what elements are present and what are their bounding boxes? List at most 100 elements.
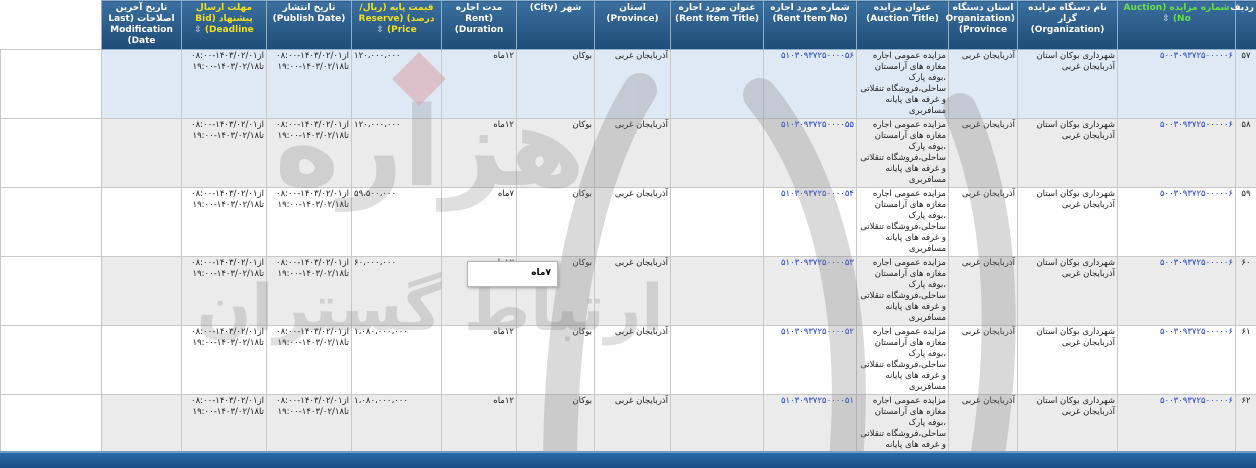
header-rent-item-no[interactable]: شماره مورد اجاره (Rent Item No) bbox=[763, 0, 857, 50]
auction-title-cell: مزایده عمومی اجاره مغازه های آرامستان ،ب… bbox=[856, 118, 949, 188]
province-org-cell: آذربایجان غربی bbox=[948, 118, 1018, 188]
row-no-cell: ۶۰ bbox=[1235, 256, 1256, 326]
header-label: عنوان مورد اجاره (Rent Item Title) bbox=[674, 3, 760, 24]
organization-cell: شهرداری بوکان استان آذربایجان غربی bbox=[1017, 325, 1118, 395]
header-rent-duration[interactable]: مدت اجاره (Rent Duration) bbox=[441, 0, 517, 50]
header-province-org[interactable]: استان دستگاه (Organization Province) bbox=[945, 0, 1018, 50]
auction-table: ردیف شماره مزایده (Auction No) ⇳ نام دست… bbox=[0, 0, 1256, 464]
table-row[interactable]: ۶۰ ۵۰۰۳۰۹۳۷۲۵۰۰۰۰۰۶ شهرداری بوکان استان آذ… bbox=[0, 256, 1256, 326]
row-no-cell: ۶۱ bbox=[1235, 325, 1256, 395]
last-modification-cell bbox=[101, 325, 182, 395]
header-row-no[interactable]: ردیف bbox=[1230, 0, 1256, 50]
organization-cell: شهرداری بوکان استان آذربایجان غربی bbox=[1017, 118, 1118, 188]
header-last-modification[interactable]: تاریخ آخرین اصلاحات (Last Modification D… bbox=[101, 0, 182, 50]
auction-grid-page: ردیف شماره مزایده (Auction No) ⇳ نام دست… bbox=[0, 0, 1256, 468]
sort-icon[interactable]: ⇳ bbox=[376, 25, 384, 35]
last-modification-cell bbox=[101, 256, 182, 326]
row-no-cell: ۵۸ bbox=[1235, 118, 1256, 188]
rent-item-no-cell[interactable]: ۵۱۰۳۰۹۳۷۲۵۰۰۰۰۵۲ bbox=[763, 325, 857, 395]
auction-title-cell: مزایده عمومی اجاره مغازه های آرامستان ،ب… bbox=[856, 325, 949, 395]
province-cell: آذربایجان غربی bbox=[594, 118, 671, 188]
deadline-cell: از۱۴۰۳/۰۲/۰۱-۰۸:۰۰ تا۱۴۰۳/۰۲/۱۸-۱۹:۰۰ bbox=[181, 118, 267, 188]
header-province[interactable]: استان (Province) bbox=[594, 0, 671, 50]
last-modification-cell bbox=[101, 49, 182, 119]
row-no-cell: ۵۹ bbox=[1235, 187, 1256, 257]
publish-date-cell: از۱۴۰۳/۰۲/۰۱-۰۸:۰۰ تا۱۴۰۳/۰۲/۱۸-۱۹:۰۰ bbox=[266, 325, 352, 395]
last-modification-cell bbox=[101, 187, 182, 257]
header-label: قیمت پایه (ریال/درصد) (Reserve Price) bbox=[358, 3, 435, 35]
province-cell: آذربایجان غربی bbox=[594, 49, 671, 119]
rent-item-title-cell bbox=[670, 256, 764, 326]
header-label: مهلت ارسال پیشنهاد (Bid Deadline) bbox=[195, 3, 254, 35]
header-label: نام دستگاه مزایده گزار (Organization) bbox=[1028, 3, 1107, 35]
reserve-price-cell: ۵۹،۵۰۰،۰۰۰ bbox=[351, 187, 442, 257]
header-label: تاریخ آخرین اصلاحات (Last Modification D… bbox=[108, 3, 175, 46]
publish-date-cell: از۱۴۰۳/۰۲/۰۱-۰۸:۰۰ تا۱۴۰۳/۰۲/۱۸-۱۹:۰۰ bbox=[266, 187, 352, 257]
header-organization[interactable]: نام دستگاه مزایده گزار (Organization) bbox=[1017, 0, 1118, 50]
sort-icon[interactable]: ⇳ bbox=[1162, 14, 1170, 24]
header-label: شماره مزایده (Auction No) bbox=[1123, 3, 1230, 24]
auction-title-cell: مزایده عمومی اجاره مغازه های آرامستان ،ب… bbox=[856, 256, 949, 326]
bottom-pager-bar bbox=[0, 451, 1256, 468]
city-cell: بوکان bbox=[516, 118, 595, 188]
tooltip-text: ۷ماه bbox=[531, 268, 551, 278]
header-label: شماره مورد اجاره (Rent Item No) bbox=[770, 3, 850, 24]
header-rent-item-title[interactable]: عنوان مورد اجاره (Rent Item Title) bbox=[670, 0, 764, 50]
rent-item-no-cell[interactable]: ۵۱۰۳۰۹۳۷۲۵۰۰۰۰۵۶ bbox=[763, 49, 857, 119]
auction-no-cell[interactable]: ۵۰۰۳۰۹۳۷۲۵۰۰۰۰۰۶ bbox=[1117, 325, 1236, 395]
organization-cell: شهرداری بوکان استان آذربایجان غربی bbox=[1017, 49, 1118, 119]
rent-item-title-cell bbox=[670, 49, 764, 119]
reserve-price-cell: ۶۰،۰۰۰،۰۰۰ bbox=[351, 256, 442, 326]
auction-no-cell[interactable]: ۵۰۰۳۰۹۳۷۲۵۰۰۰۰۰۶ bbox=[1117, 187, 1236, 257]
header-publish-date[interactable]: تاریخ انتشار (Publish Date) bbox=[266, 0, 352, 50]
rent-duration-cell: ۱۲ماه bbox=[441, 325, 517, 395]
row-empty-area bbox=[0, 187, 102, 257]
header-city[interactable]: شهر (City) bbox=[516, 0, 595, 50]
auction-title-cell: مزایده عمومی اجاره مغازه های آرامستان ،ب… bbox=[856, 187, 949, 257]
header-empty-area bbox=[0, 0, 102, 50]
row-empty-area bbox=[0, 49, 102, 119]
header-label: تاریخ انتشار (Publish Date) bbox=[272, 3, 346, 24]
publish-date-cell: از۱۴۰۳/۰۲/۰۱-۰۸:۰۰ تا۱۴۰۳/۰۲/۱۸-۱۹:۰۰ bbox=[266, 118, 352, 188]
header-reserve-price[interactable]: قیمت پایه (ریال/درصد) (Reserve Price) ⇳ bbox=[351, 0, 442, 50]
table-row[interactable]: ۶۱ ۵۰۰۳۰۹۳۷۲۵۰۰۰۰۰۶ شهرداری بوکان استان آذ… bbox=[0, 325, 1256, 395]
sort-icon[interactable]: ⇳ bbox=[194, 25, 202, 35]
auction-no-cell[interactable]: ۵۰۰۳۰۹۳۷۲۵۰۰۰۰۰۶ bbox=[1117, 49, 1236, 119]
province-org-cell: آذربایجان غربی bbox=[948, 187, 1018, 257]
auction-no-cell[interactable]: ۵۰۰۳۰۹۳۷۲۵۰۰۰۰۰۶ bbox=[1117, 256, 1236, 326]
row-no-cell: ۵۷ bbox=[1235, 49, 1256, 119]
table-body: ۵۷ ۵۰۰۳۰۹۳۷۲۵۰۰۰۰۰۶ شهرداری بوکان استان آذ… bbox=[0, 49, 1256, 464]
rent-item-title-cell bbox=[670, 325, 764, 395]
table-row[interactable]: ۵۷ ۵۰۰۳۰۹۳۷۲۵۰۰۰۰۰۶ شهرداری بوکان استان آذ… bbox=[0, 49, 1256, 119]
header-label: مدت اجاره (Rent Duration) bbox=[454, 3, 504, 35]
province-org-cell: آذربایجان غربی bbox=[948, 325, 1018, 395]
publish-date-cell: از۱۴۰۳/۰۲/۰۱-۰۸:۰۰ تا۱۴۰۳/۰۲/۱۸-۱۹:۰۰ bbox=[266, 49, 352, 119]
header-auction-title[interactable]: عنوان مزایده (Auction Title) bbox=[856, 0, 949, 50]
deadline-cell: از۱۴۰۳/۰۲/۰۱-۰۸:۰۰ تا۱۴۰۳/۰۲/۱۸-۱۹:۰۰ bbox=[181, 256, 267, 326]
rent-item-no-cell[interactable]: ۵۱۰۳۰۹۳۷۲۵۰۰۰۰۵۵ bbox=[763, 118, 857, 188]
header-label: استان (Province) bbox=[606, 3, 659, 24]
reserve-price-cell: ۱،۰۸۰،۰۰۰،۰۰۰ bbox=[351, 325, 442, 395]
table-header-row: ردیف شماره مزایده (Auction No) ⇳ نام دست… bbox=[0, 0, 1256, 50]
row-empty-area bbox=[0, 256, 102, 326]
province-cell: آذربایجان غربی bbox=[594, 187, 671, 257]
rent-item-title-cell bbox=[670, 187, 764, 257]
header-label: استان دستگاه (Organization Province) bbox=[945, 3, 1015, 35]
header-auction-no[interactable]: شماره مزایده (Auction No) ⇳ bbox=[1117, 0, 1236, 50]
rent-item-no-cell[interactable]: ۵۱۰۳۰۹۳۷۲۵۰۰۰۰۵۳ bbox=[763, 256, 857, 326]
table-row[interactable]: ۵۸ ۵۰۰۳۰۹۳۷۲۵۰۰۰۰۰۶ شهرداری بوکان استان آذ… bbox=[0, 118, 1256, 188]
last-modification-cell bbox=[101, 118, 182, 188]
rent-item-no-cell[interactable]: ۵۱۰۳۰۹۳۷۲۵۰۰۰۰۵۴ bbox=[763, 187, 857, 257]
header-label: ردیف bbox=[1230, 3, 1254, 13]
header-deadline[interactable]: مهلت ارسال پیشنهاد (Bid Deadline) ⇳ bbox=[181, 0, 267, 50]
deadline-cell: از۱۴۰۳/۰۲/۰۱-۰۸:۰۰ تا۱۴۰۳/۰۲/۱۸-۱۹:۰۰ bbox=[181, 187, 267, 257]
organization-cell: شهرداری بوکان استان آذربایجان غربی bbox=[1017, 256, 1118, 326]
table-row[interactable]: ۵۹ ۵۰۰۳۰۹۳۷۲۵۰۰۰۰۰۶ شهرداری بوکان استان آذ… bbox=[0, 187, 1256, 257]
province-cell: آذربایجان غربی bbox=[594, 256, 671, 326]
city-cell: بوکان bbox=[516, 325, 595, 395]
row-empty-area bbox=[0, 118, 102, 188]
rent-duration-cell: ۱۲ماه bbox=[441, 118, 517, 188]
auction-no-cell[interactable]: ۵۰۰۳۰۹۳۷۲۵۰۰۰۰۰۶ bbox=[1117, 118, 1236, 188]
reserve-price-cell: ۱۲۰،۰۰۰،۰۰۰ bbox=[351, 49, 442, 119]
rent-duration-cell: ۱۲ماه bbox=[441, 49, 517, 119]
